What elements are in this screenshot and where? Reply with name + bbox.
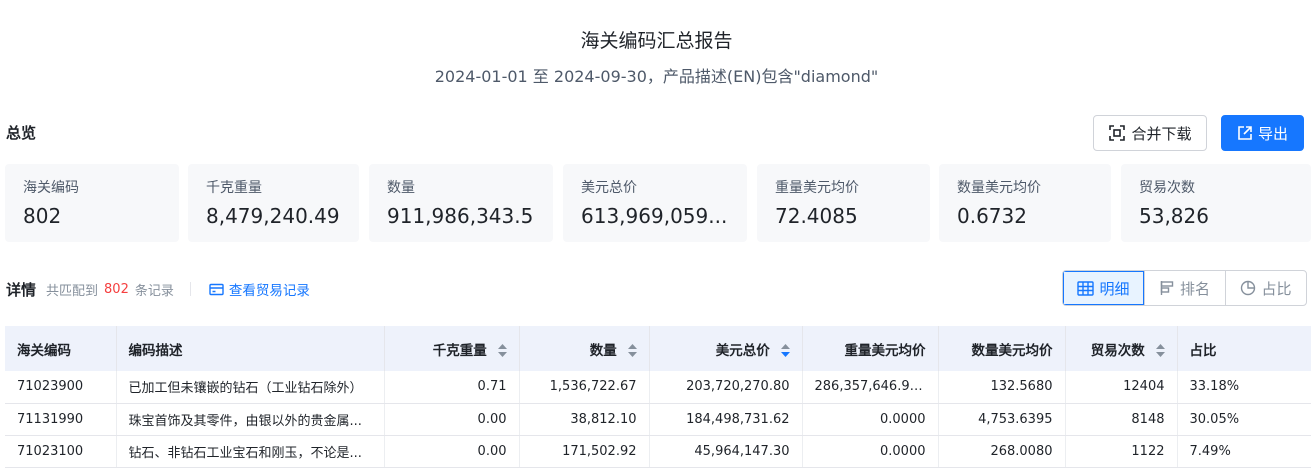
cell-quantity: 38,812.10: [519, 403, 650, 436]
cell-weight-avg-price: 0.0000: [802, 403, 939, 436]
stat-label: 数量美元均价: [957, 180, 1041, 196]
stat-label: 数量: [387, 180, 415, 196]
sort-icon: [1155, 344, 1165, 357]
cell-usd-total: 203,720,270.80: [649, 371, 803, 404]
col-label: 美元总价: [715, 342, 770, 359]
cell-weight-avg-price: 0.0000: [802, 435, 939, 468]
stat-value: 911,986,343.5: [387, 204, 534, 228]
card-icon: [209, 283, 224, 295]
rank-icon: [1160, 281, 1174, 295]
stat-card-hs-code: 海关编码 802: [5, 164, 179, 242]
stat-card-usd-total: 美元总价 613,969,059...: [563, 164, 747, 242]
stat-label: 美元总价: [581, 180, 637, 196]
col-share: 占比: [1189, 342, 1217, 359]
sort-desc-icon: [780, 344, 790, 357]
merge-download-button[interactable]: 合并下载: [1093, 115, 1207, 151]
cell-description: 已加工但未镶嵌的钻石（工业钻石除外）: [116, 371, 385, 404]
match-suffix: 条记录: [134, 283, 174, 299]
col-weight-kg[interactable]: 千克重量: [384, 326, 520, 371]
stat-label: 千克重量: [206, 180, 262, 196]
export-icon: [1238, 126, 1252, 140]
cell-trade-count: 1122: [1065, 435, 1178, 468]
match-count: 802: [104, 281, 129, 297]
table-row[interactable]: 71131990 珠宝首饰及其零件，由银以外的贵金属... 0.00 38,81…: [5, 403, 1311, 436]
details-title: 详情: [6, 280, 37, 299]
col-label: 贸易次数: [1090, 342, 1145, 359]
cell-trade-count: 8148: [1065, 403, 1178, 436]
cell-quantity-avg-price: 268.0080: [938, 435, 1066, 468]
table-icon: [1077, 280, 1095, 296]
cell-quantity: 1,536,722.67: [519, 371, 650, 404]
table-row[interactable]: 71023900 已加工但未镶嵌的钻石（工业钻石除外） 0.71 1,536,7…: [5, 371, 1311, 404]
view-tab-label: 明细: [1099, 279, 1130, 298]
cell-weight-kg: 0.00: [384, 403, 520, 436]
stat-label: 贸易次数: [1139, 180, 1195, 196]
cell-quantity: 171,502.92: [519, 435, 650, 468]
view-tab-label: 排名: [1179, 279, 1210, 298]
col-usd-total[interactable]: 美元总价: [649, 326, 803, 371]
view-trade-records-link[interactable]: 查看贸易记录: [209, 279, 310, 299]
summary-table: 海关编码 编码描述 千克重量 数量 美元总价 重量美元均价 数量美元均价 贸易次…: [5, 326, 1311, 468]
stat-value: 8,479,240.49: [206, 204, 340, 228]
col-label: 千克重量: [432, 342, 487, 359]
col-hs-code: 海关编码: [5, 326, 117, 371]
merge-download-icon: [1109, 125, 1126, 141]
cell-quantity-avg-price: 4,753.6395: [938, 403, 1066, 436]
col-trade-count[interactable]: 贸易次数: [1065, 326, 1178, 371]
stat-value: 0.6732: [957, 204, 1027, 228]
trade-link-label: 查看贸易记录: [228, 283, 310, 299]
cell-usd-total: 45,964,147.30: [649, 435, 803, 468]
cell-hs-code: 71023100: [5, 435, 117, 468]
cell-hs-code: 71023900: [5, 371, 117, 404]
match-prefix: 共匹配到: [46, 283, 99, 299]
merge-download-label: 合并下载: [1131, 124, 1192, 143]
stat-card-weight-avg-price: 重量美元均价 72.4085: [757, 164, 930, 242]
cell-share: 30.05%: [1177, 403, 1311, 436]
stat-value: 53,826: [1139, 204, 1209, 228]
table-header-row: 海关编码 编码描述 千克重量 数量 美元总价 重量美元均价 数量美元均价 贸易次…: [5, 326, 1311, 371]
cell-quantity-avg-price: 132.5680: [938, 371, 1066, 404]
cell-weight-avg-price: 286,357,646.9001: [802, 371, 939, 404]
table-row[interactable]: 71023100 钻石、非钻石工业宝石和刚玉，不论是... 0.00 171,5…: [5, 435, 1311, 468]
stat-value: 802: [23, 204, 62, 228]
view-tab-label: 占比: [1261, 279, 1292, 298]
view-tab-rank[interactable]: 排名: [1144, 271, 1225, 305]
col-quantity-avg-price: 数量美元均价: [938, 326, 1066, 371]
sort-icon: [497, 344, 507, 357]
cell-description: 珠宝首饰及其零件，由银以外的贵金属...: [116, 403, 385, 436]
pie-icon: [1241, 280, 1256, 296]
view-tab-detail[interactable]: 明细: [1063, 271, 1144, 305]
report-title: 海关编码汇总报告: [580, 30, 733, 52]
view-toggle: 明细 排名 占比: [1062, 270, 1307, 306]
divider: [189, 282, 191, 296]
stat-label: 海关编码: [23, 180, 79, 196]
col-label: 数量: [589, 342, 617, 359]
col-weight-avg-price: 重量美元均价: [802, 326, 939, 371]
report-subtitle: 2024-01-01 至 2024-09-30，产品描述(EN)包含"diamo…: [434, 67, 879, 86]
export-button[interactable]: 导出: [1221, 115, 1304, 151]
export-label: 导出: [1257, 124, 1288, 143]
stat-value: 613,969,059...: [581, 204, 728, 228]
col-quantity[interactable]: 数量: [519, 326, 650, 371]
cell-share: 33.18%: [1177, 371, 1311, 404]
cell-usd-total: 184,498,731.62: [649, 403, 803, 436]
cell-weight-kg: 0.71: [384, 371, 520, 404]
stat-card-weight-kg: 千克重量 8,479,240.49: [188, 164, 359, 242]
stat-card-trade-count: 贸易次数 53,826: [1121, 164, 1311, 242]
view-tab-share[interactable]: 占比: [1225, 271, 1306, 305]
stat-value: 72.4085: [775, 204, 858, 228]
overview-title: 总览: [6, 124, 37, 142]
col-description: 编码描述: [116, 326, 385, 371]
cell-share: 7.49%: [1177, 435, 1311, 468]
stat-card-quantity: 数量 911,986,343.5: [369, 164, 553, 242]
stat-label: 重量美元均价: [775, 180, 859, 196]
cell-hs-code: 71131990: [5, 403, 117, 436]
details-header: 详情 共匹配到 802 条记录 查看贸易记录: [6, 278, 310, 300]
cell-weight-kg: 0.00: [384, 435, 520, 468]
cell-trade-count: 12404: [1065, 371, 1178, 404]
sort-icon: [627, 344, 637, 357]
stat-card-quantity-avg-price: 数量美元均价 0.6732: [939, 164, 1111, 242]
cell-description: 钻石、非钻石工业宝石和刚玉，不论是...: [116, 435, 385, 468]
